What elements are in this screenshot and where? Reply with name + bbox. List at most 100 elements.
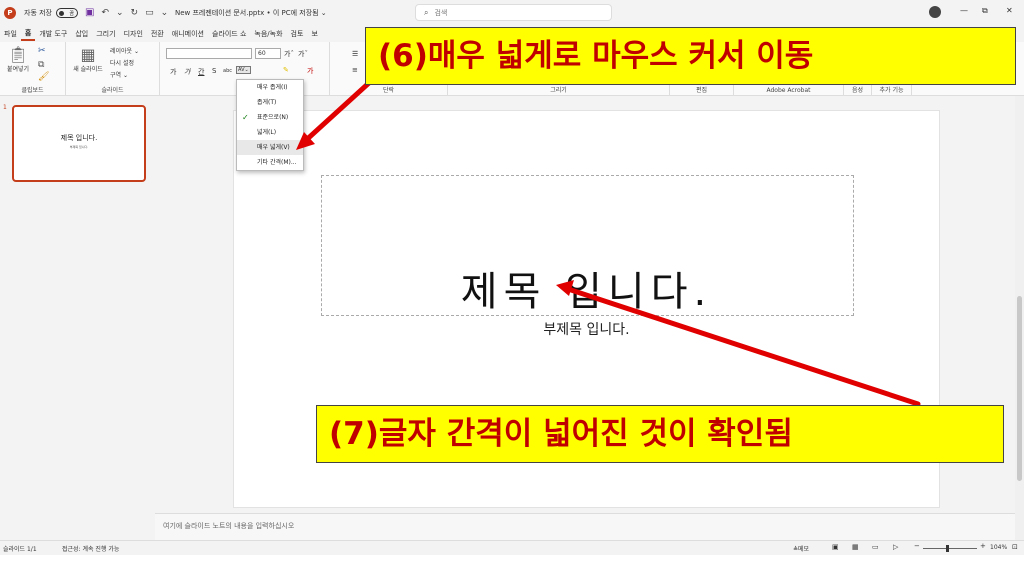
slide-title[interactable]: 제목 입니다. (234, 259, 939, 317)
scrollbar-thumb[interactable] (1017, 296, 1022, 481)
slide-sorter-icon[interactable]: ▦ (852, 543, 859, 551)
tab-animations[interactable]: 애니메이션 (168, 29, 208, 39)
menu-item-loose[interactable]: 넓게(L) (237, 125, 303, 140)
powerpoint-logo-icon: P (4, 7, 16, 19)
tab-review[interactable]: 검토 (287, 29, 308, 39)
menu-item-label: 좁게(T) (257, 99, 277, 106)
search-input[interactable]: ⌕ 검색 (415, 4, 612, 21)
editing-group-label: 편집 (695, 87, 708, 94)
group-slides: ▦ 새 슬라이드 레이아웃 ⌄ 다시 설정 구역 ⌄ 슬라이드 (66, 42, 160, 96)
menu-item-label: 넓게(L) (257, 129, 277, 136)
fit-to-window-icon[interactable]: ⊡ (1012, 543, 1018, 551)
zoom-slider-thumb[interactable] (946, 545, 949, 552)
autosave-toggle[interactable]: 끔 (56, 8, 78, 18)
menu-item-more-spacing[interactable]: 기타 간격(M)... (237, 155, 303, 170)
slide-thumbnail-pane: 1 제목 입니다. 부제목 입니다. (0, 96, 155, 540)
highlight-icon[interactable]: ✎ (283, 66, 289, 74)
menu-item-label: 매우 넓게(V) (257, 144, 290, 151)
tab-file[interactable]: 파일 (0, 29, 21, 39)
adobe-group-label: Adobe Acrobat (766, 87, 811, 94)
vertical-scrollbar[interactable] (1015, 96, 1024, 540)
format-painter-icon[interactable]: 🖌︎ (38, 72, 49, 82)
customize-qat-icon[interactable]: ▭ (145, 8, 154, 18)
menu-item-very-loose[interactable]: 매우 넓게(V) (237, 140, 303, 155)
addins-group-label: 추가 기능 (879, 87, 904, 94)
thumbnail-number: 1 (3, 104, 7, 111)
reading-view-icon[interactable]: ▭ (872, 543, 879, 551)
slide-subtitle[interactable]: 부제목 입니다. (234, 319, 939, 339)
font-size-input[interactable]: 60 (255, 48, 281, 59)
menu-item-label: 기타 간격(M)... (257, 159, 297, 166)
redo-icon[interactable]: ↻ (131, 8, 139, 18)
shadow-button[interactable]: abc (223, 68, 232, 74)
paragraph-group-label: 단락 (382, 87, 395, 94)
spacing-dropdown-menu: 매우 좁게(I) 좁게(T) ✓ 표준으로(N) 넓게(L) 매우 넓게(V) 기… (236, 79, 304, 171)
menu-item-tight[interactable]: 좁게(T) (237, 95, 303, 110)
bottom-strip (0, 555, 1024, 576)
tab-view[interactable]: 보 (307, 29, 321, 39)
group-clipboard: 📋︎ 붙여넣기 ✂ ⧉ 🖌︎ 클립보드 (0, 42, 66, 96)
grow-font-button[interactable]: 가ˆ (284, 49, 294, 59)
zoom-level[interactable]: 104% (990, 544, 1007, 551)
notes-pane[interactable]: 여기에 슬라이드 노트의 내용을 입력하십시오 (155, 513, 1015, 540)
tab-developer[interactable]: 개발 도구 (35, 29, 71, 39)
undo-icon[interactable]: ↶ (101, 8, 109, 18)
minimize-button[interactable]: — (960, 6, 968, 15)
callout-step7: (7)글자 간격이 넓어진 것이 확인됨 (316, 405, 1004, 463)
slides-group-label: 슬라이드 (101, 87, 124, 94)
paste-button[interactable]: 📋︎ 붙여넣기 (4, 45, 32, 74)
autosave-label: 자동 저장 (24, 9, 52, 17)
zoom-slider[interactable] (923, 548, 977, 549)
document-title[interactable]: New 프레젠테이션 문서.pptx • 이 PC에 저장됨 ⌄ (175, 8, 327, 18)
font-color-icon[interactable]: 가 (307, 66, 313, 76)
underline-button[interactable]: 간 (198, 67, 204, 77)
tab-transitions[interactable]: 전환 (147, 29, 168, 39)
tab-slideshow[interactable]: 슬라이드 쇼 (208, 29, 250, 39)
shrink-font-button[interactable]: 가ˇ (298, 49, 308, 59)
section-button[interactable]: 구역 ⌄ (110, 70, 128, 79)
layout-button[interactable]: 레이아웃 ⌄ (110, 46, 139, 55)
slideshow-view-icon[interactable]: ▷ (893, 543, 898, 551)
thumbnail-subtitle: 부제목 입니다. (69, 145, 89, 149)
status-bar: 슬라이드 1/1 접근성: 계속 진행 가능 ≜메모 ▣ ▦ ▭ ▷ − + 1… (0, 540, 1024, 555)
new-slide-icon: ▦ (80, 45, 96, 64)
font-name-input[interactable] (166, 48, 252, 59)
tab-design[interactable]: 디자인 (120, 29, 147, 39)
accessibility-status[interactable]: 접근성: 계속 진행 가능 (62, 544, 119, 553)
thumbnail-title: 제목 입니다. (60, 134, 98, 142)
new-slide-button[interactable]: ▦ 새 슬라이드 (68, 45, 108, 74)
italic-button[interactable]: 가 (184, 67, 190, 77)
copy-icon[interactable]: ⧉ (38, 60, 44, 70)
restore-button[interactable]: ⧉ (982, 6, 988, 16)
title-bar: P 자동 저장 끔 ▣ ↶ ⌄ ↻ ▭ ⌄ New 프레젠테이션 문서.pptx… (0, 0, 1024, 26)
voice-group-label: 음성 (851, 87, 864, 94)
paste-label: 붙여넣기 (6, 66, 30, 73)
zoom-out-icon[interactable]: − (914, 542, 920, 550)
tab-record[interactable]: 녹음/녹화 (250, 29, 286, 39)
notes-button[interactable]: ≜메모 (793, 544, 809, 553)
tab-insert[interactable]: 삽입 (71, 29, 92, 39)
bold-button[interactable]: 가 (170, 67, 176, 77)
strikethrough-button[interactable]: S (212, 67, 216, 75)
menu-item-very-tight[interactable]: 매우 좁게(I) (237, 80, 303, 95)
zoom-in-icon[interactable]: + (980, 542, 986, 550)
more-qat-icon[interactable]: ⌄ (161, 8, 169, 18)
close-button[interactable]: ✕ (1006, 6, 1013, 15)
undo-dropdown-icon[interactable]: ⌄ (116, 8, 124, 18)
new-slide-label: 새 슬라이드 (73, 66, 103, 73)
menu-item-normal[interactable]: ✓ 표준으로(N) (237, 110, 303, 125)
reset-button[interactable]: 다시 설정 (110, 58, 134, 67)
tab-home[interactable]: 홈 (20, 28, 36, 41)
align-left-icon[interactable]: ≡ (352, 66, 358, 74)
normal-view-icon[interactable]: ▣ (832, 543, 839, 551)
menu-item-label: 매우 좁게(I) (257, 84, 288, 91)
cut-icon[interactable]: ✂ (38, 46, 46, 56)
avatar[interactable] (929, 6, 941, 18)
bullets-icon[interactable]: ☰ (352, 50, 358, 58)
tab-draw[interactable]: 그리기 (92, 29, 119, 39)
clipboard-icon: 📋︎ (7, 45, 29, 64)
save-icon[interactable]: ▣ (85, 8, 94, 18)
slide-thumbnail[interactable]: 제목 입니다. 부제목 입니다. (12, 105, 146, 182)
character-spacing-button[interactable]: AV⌄ (236, 66, 251, 74)
drawing-group-label: 그리기 (550, 87, 567, 94)
